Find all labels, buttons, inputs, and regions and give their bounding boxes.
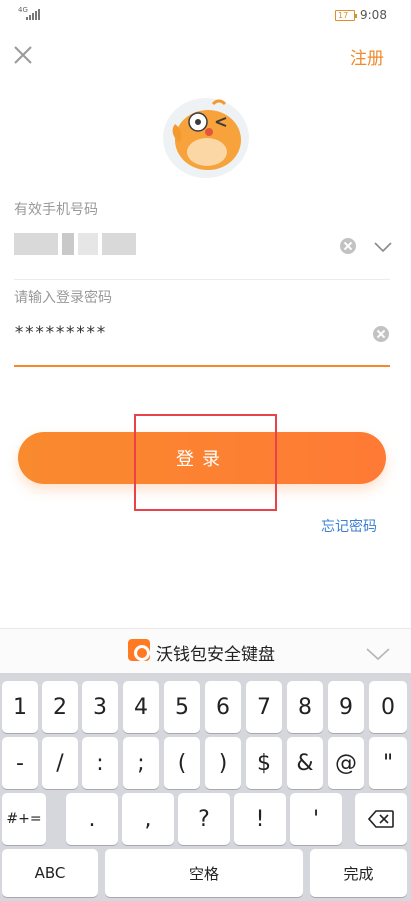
clear-phone-button[interactable] <box>340 238 356 254</box>
key-slash[interactable]: / <box>42 737 78 789</box>
password-divider <box>14 365 390 367</box>
key-8[interactable]: 8 <box>287 681 323 733</box>
forgot-password-link[interactable]: 忘记密码 <box>321 516 377 536</box>
signal-icon: 4G <box>18 6 40 20</box>
key-symbols-toggle[interactable]: #+= <box>2 793 46 845</box>
phone-field[interactable] <box>14 233 136 255</box>
status-time: 9:08 <box>360 8 387 22</box>
battery-icon: 17 <box>335 10 357 21</box>
key-question[interactable]: ? <box>178 793 230 845</box>
key-quote[interactable]: " <box>369 737 407 789</box>
key-open-paren[interactable]: ( <box>164 737 200 789</box>
battery-level: 17 <box>338 11 349 20</box>
close-button[interactable] <box>12 44 34 66</box>
key-dollar[interactable]: $ <box>246 737 282 789</box>
key-close-paren[interactable]: ) <box>205 737 241 789</box>
key-ampersand[interactable]: & <box>287 737 323 789</box>
key-exclamation[interactable]: ! <box>234 793 286 845</box>
key-apostrophe[interactable]: ' <box>290 793 342 845</box>
key-abc[interactable]: ABC <box>2 849 98 897</box>
keyboard-collapse-button[interactable] <box>366 646 390 661</box>
key-5[interactable]: 5 <box>164 681 200 733</box>
clear-password-button[interactable] <box>373 326 389 342</box>
key-2[interactable]: 2 <box>42 681 78 733</box>
network-type: 4G <box>18 6 28 14</box>
key-1[interactable]: 1 <box>2 681 38 733</box>
login-button[interactable]: 登录 <box>18 432 386 484</box>
login-button-label: 登录 <box>176 449 228 470</box>
status-bar: 4G 17 9:08 <box>0 0 411 32</box>
phone-label: 有效手机号码 <box>14 202 98 218</box>
chevron-down-icon <box>374 242 392 253</box>
secure-keyboard: 1 2 3 4 5 6 7 8 9 0 - / : ; ( ) $ & @ " … <box>0 673 411 901</box>
key-colon[interactable]: : <box>82 737 118 789</box>
key-7[interactable]: 7 <box>246 681 282 733</box>
key-period[interactable]: . <box>66 793 118 845</box>
key-comma[interactable]: , <box>122 793 174 845</box>
password-label: 请输入登录密码 <box>14 290 112 306</box>
mascot-logo <box>163 98 249 178</box>
key-4[interactable]: 4 <box>123 681 159 733</box>
close-icon <box>14 46 32 64</box>
keyboard-title: 沃钱包安全键盘 <box>156 645 275 665</box>
backspace-key[interactable] <box>355 793 407 845</box>
key-at[interactable]: @ <box>328 737 364 789</box>
phone-divider <box>14 279 390 280</box>
chevron-down-icon <box>366 648 390 661</box>
register-link[interactable]: 注册 <box>350 44 384 69</box>
key-9[interactable]: 9 <box>328 681 364 733</box>
backspace-icon <box>368 810 394 828</box>
key-0[interactable]: 0 <box>369 681 407 733</box>
avatar <box>161 96 251 178</box>
key-done[interactable]: 完成 <box>310 849 407 897</box>
wallet-logo-icon <box>128 639 150 661</box>
key-space[interactable]: 空格 <box>105 849 303 897</box>
account-dropdown-button[interactable] <box>374 238 392 253</box>
key-hyphen[interactable]: - <box>2 737 38 789</box>
key-6[interactable]: 6 <box>205 681 241 733</box>
password-field[interactable]: ********* <box>14 323 106 343</box>
key-3[interactable]: 3 <box>82 681 118 733</box>
key-semicolon[interactable]: ; <box>123 737 159 789</box>
